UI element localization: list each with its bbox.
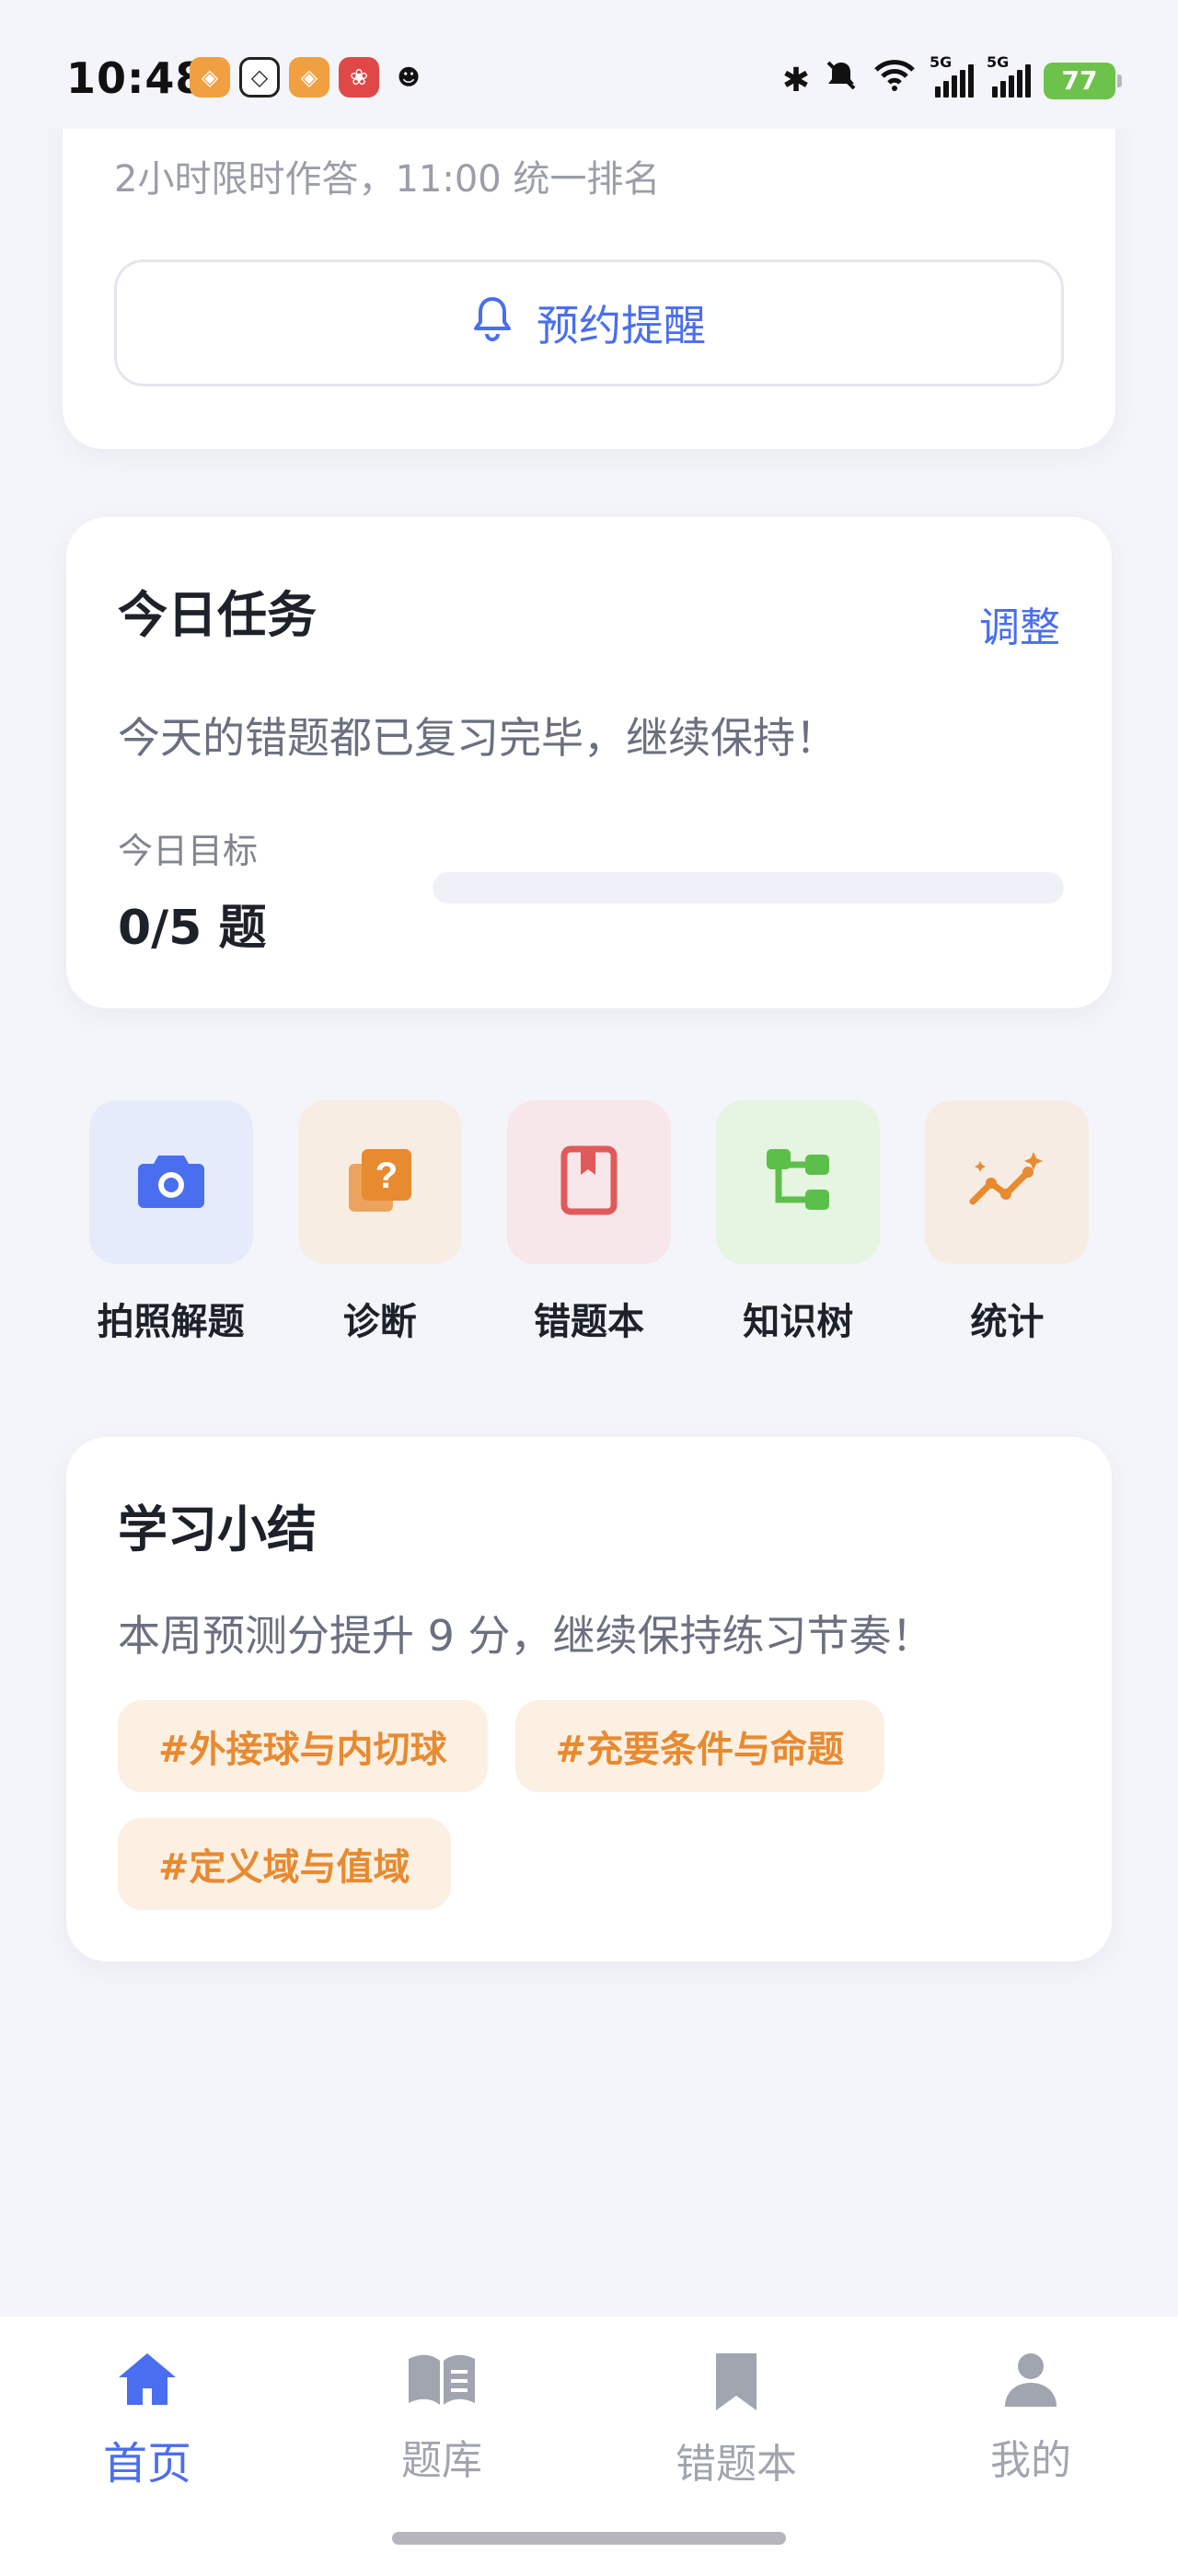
goal-value: 0/5 题 <box>118 901 267 956</box>
battery-icon: 77 <box>1044 62 1122 99</box>
nav-home[interactable]: 首页 <box>37 2350 258 2491</box>
quick-action-tile <box>925 1100 1090 1264</box>
goal-progress-bar <box>433 872 1064 903</box>
shopping-app-icon: ❀ <box>339 57 379 98</box>
topic-tags: #外接球与内切球 #充要条件与命题 #定义域与值域 <box>118 1700 1057 1910</box>
summary-title: 学习小结 <box>118 1501 317 1558</box>
quick-action-photo-solve[interactable]: 拍照解题 <box>66 1100 275 1349</box>
quick-action-label: 拍照解题 <box>97 1301 245 1343</box>
signal-icon: 5G <box>987 53 1031 98</box>
nav-label: 错题本 <box>676 2441 797 2488</box>
quick-action-label: 知识树 <box>743 1301 854 1343</box>
quick-action-diagnose[interactable]: ? 诊断 <box>275 1100 484 1349</box>
open-book-icon <box>405 2350 479 2412</box>
wifi-icon <box>872 57 917 104</box>
user-icon <box>1001 2350 1060 2412</box>
task-description: 今天的错题都已复习完毕，继续保持！ <box>118 713 837 763</box>
topic-tag[interactable]: #充要条件与命题 <box>514 1700 885 1792</box>
quick-action-label: 错题本 <box>534 1301 644 1343</box>
trend-icon <box>967 1148 1046 1216</box>
camera-icon <box>134 1148 208 1216</box>
mute-icon <box>823 57 860 104</box>
nav-label: 首页 <box>102 2438 191 2490</box>
goal-label: 今日目标 <box>118 831 259 871</box>
bookmark-icon <box>710 2350 762 2416</box>
bell-icon <box>472 295 513 351</box>
quick-action-label: 统计 <box>970 1301 1045 1343</box>
summary-description: 本周预测分提升 9 分，继续保持练习节奏！ <box>118 1611 934 1661</box>
question-card-icon: ? <box>343 1144 417 1221</box>
task-title: 今日任务 <box>118 586 317 644</box>
notification-icons: ◈ ◇ ◈ ❀ ☻ <box>190 57 429 98</box>
penguin-app-icon: ☻ <box>397 64 421 90</box>
nav-profile[interactable]: 我的 <box>920 2350 1141 2486</box>
app-page: 10:48 ◈ ◇ ◈ ❀ ☻ ✱ 5G 5G 77 2小时限时作答，11:00… <box>0 0 1178 2576</box>
system-icons: ✱ 5G 5G 77 <box>781 53 1122 104</box>
network-type: 5G <box>987 52 1010 71</box>
book-icon <box>557 1144 621 1221</box>
quick-action-tile <box>507 1100 671 1264</box>
home-indicator[interactable] <box>392 2532 786 2545</box>
app-notification-icon: ◈ <box>289 57 329 98</box>
status-time: 10:48 <box>66 53 206 103</box>
today-task-card: 今日任务 调整 今天的错题都已复习完毕，继续保持！ 今日目标 0/5 题 <box>66 517 1112 1008</box>
remind-button[interactable]: 预约提醒 <box>114 259 1064 386</box>
topic-tag[interactable]: #定义域与值域 <box>118 1818 451 1910</box>
quick-action-mistake-book[interactable]: 错题本 <box>484 1100 693 1349</box>
home-icon <box>115 2350 179 2412</box>
tree-icon <box>761 1144 835 1221</box>
quick-action-knowledge-tree[interactable]: 知识树 <box>694 1100 903 1349</box>
bluetooth-icon: ✱ <box>781 61 810 99</box>
contest-subtext: 2小时限时作答，11:00 统一排名 <box>114 158 661 201</box>
network-type: 5G <box>930 52 953 71</box>
nav-label: 题库 <box>401 2437 482 2484</box>
nav-label: 我的 <box>990 2437 1071 2484</box>
quick-action-tile <box>88 1100 253 1264</box>
quick-action-label: 诊断 <box>342 1301 417 1343</box>
signal-icon: 5G <box>930 53 974 98</box>
quick-action-tile <box>716 1100 881 1264</box>
learning-summary-card: 学习小结 本周预测分提升 9 分，继续保持练习节奏！ #外接球与内切球 #充要条… <box>66 1437 1112 1961</box>
adjust-button[interactable]: 调整 <box>979 594 1060 653</box>
status-bar: 10:48 ◈ ◇ ◈ ❀ ☻ ✱ 5G 5G 77 <box>0 0 1178 129</box>
nav-question-bank[interactable]: 题库 <box>331 2350 552 2486</box>
app-notification-icon: ◈ <box>190 57 230 98</box>
nav-mistake-book[interactable]: 错题本 <box>626 2350 847 2490</box>
battery-level: 77 <box>1061 65 1098 96</box>
grid-app-icon: ◇ <box>239 57 280 98</box>
svg-text:?: ? <box>375 1156 398 1196</box>
remind-label: 预约提醒 <box>537 301 706 351</box>
quick-actions: 拍照解题 ? 诊断 错题本 知识树 统计 <box>66 1100 1112 1349</box>
quick-action-statistics[interactable]: 统计 <box>903 1100 1112 1349</box>
quick-action-tile: ? <box>297 1100 462 1264</box>
topic-tag[interactable]: #外接球与内切球 <box>118 1700 488 1792</box>
